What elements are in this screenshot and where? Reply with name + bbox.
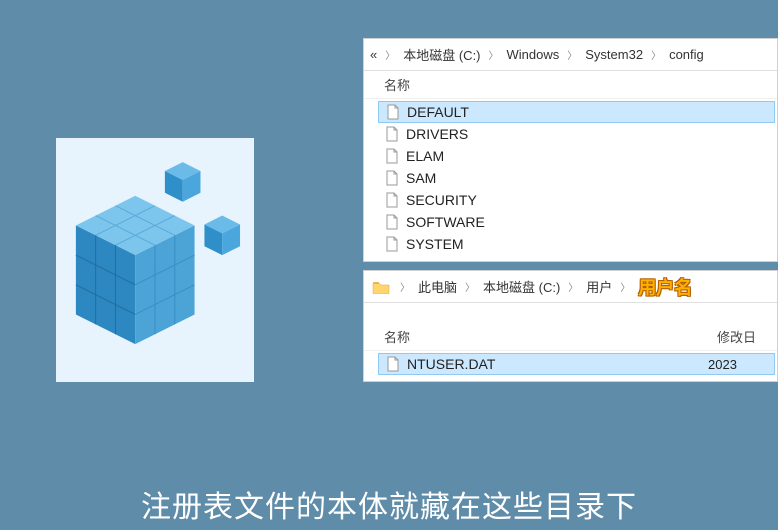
chevron-right-icon: 〉 xyxy=(379,47,401,62)
file-icon xyxy=(384,170,400,186)
breadcrumb-segment-highlight[interactable]: 用户名 xyxy=(636,274,694,300)
column-headers: 名称 xyxy=(364,71,777,99)
breadcrumb-segment[interactable]: 此电脑 xyxy=(416,277,459,296)
file-icon xyxy=(384,214,400,230)
file-row[interactable]: DEFAULT xyxy=(378,101,775,123)
breadcrumb[interactable]: 〉 此电脑 〉 本地磁盘 (C:) 〉 用户 〉 用户名 xyxy=(364,271,777,303)
caption-text: 注册表文件的本体就藏在这些目录下 xyxy=(0,482,778,526)
column-header-date[interactable]: 修改日 xyxy=(717,327,777,346)
registry-cube-icon xyxy=(56,138,254,382)
file-name: SYSTEM xyxy=(406,236,771,252)
chevron-right-icon: 〉 xyxy=(562,279,584,294)
file-row[interactable]: SYSTEM xyxy=(378,233,777,255)
file-icon xyxy=(384,236,400,252)
breadcrumb-segment[interactable]: 本地磁盘 (C:) xyxy=(481,277,562,296)
file-list: DEFAULT DRIVERS ELAM SAM SECURITY SOFTWARE SYS… xyxy=(364,99,777,261)
chevron-right-icon: 〉 xyxy=(459,279,481,294)
file-name: DEFAULT xyxy=(407,104,768,120)
file-row[interactable]: DRIVERS xyxy=(378,123,777,145)
chevron-right-icon: 〉 xyxy=(394,279,416,294)
breadcrumb[interactable]: « 〉 本地磁盘 (C:) 〉 Windows 〉 System32 〉 con… xyxy=(364,39,777,71)
breadcrumb-segment[interactable]: 本地磁盘 (C:) xyxy=(401,45,482,64)
file-row[interactable]: ELAM xyxy=(378,145,777,167)
breadcrumb-overflow[interactable]: « xyxy=(368,47,379,62)
file-name: NTUSER.DAT xyxy=(407,356,708,372)
file-icon xyxy=(384,148,400,164)
breadcrumb-segment[interactable]: System32 xyxy=(583,47,645,62)
chevron-right-icon: 〉 xyxy=(561,47,583,62)
file-name: SOFTWARE xyxy=(406,214,771,230)
breadcrumb-segment[interactable]: 用户 xyxy=(584,277,614,296)
breadcrumb-segment[interactable]: config xyxy=(667,47,706,62)
file-icon xyxy=(384,126,400,142)
file-icon xyxy=(385,356,401,372)
explorer-window-user: 〉 此电脑 〉 本地磁盘 (C:) 〉 用户 〉 用户名 名称 修改日 NTUS… xyxy=(363,270,778,382)
file-name: SECURITY xyxy=(406,192,771,208)
file-name: SAM xyxy=(406,170,771,186)
chevron-right-icon: 〉 xyxy=(645,47,667,62)
column-headers: 名称 修改日 xyxy=(364,323,777,351)
file-list: NTUSER.DAT2023 xyxy=(364,351,777,381)
file-name: ELAM xyxy=(406,148,771,164)
file-row[interactable]: NTUSER.DAT2023 xyxy=(378,353,775,375)
column-header-name[interactable]: 名称 xyxy=(384,75,777,94)
chevron-right-icon: 〉 xyxy=(614,279,636,294)
file-row[interactable]: SECURITY xyxy=(378,189,777,211)
folder-icon xyxy=(372,278,390,296)
file-date: 2023 xyxy=(708,357,768,372)
column-header-name[interactable]: 名称 xyxy=(384,327,717,346)
file-icon xyxy=(384,192,400,208)
breadcrumb-segment[interactable]: Windows xyxy=(505,47,562,62)
explorer-window-config: « 〉 本地磁盘 (C:) 〉 Windows 〉 System32 〉 con… xyxy=(363,38,778,262)
file-icon xyxy=(385,104,401,120)
chevron-right-icon: 〉 xyxy=(483,47,505,62)
file-row[interactable]: SAM xyxy=(378,167,777,189)
file-name: DRIVERS xyxy=(406,126,771,142)
file-row[interactable]: SOFTWARE xyxy=(378,211,777,233)
